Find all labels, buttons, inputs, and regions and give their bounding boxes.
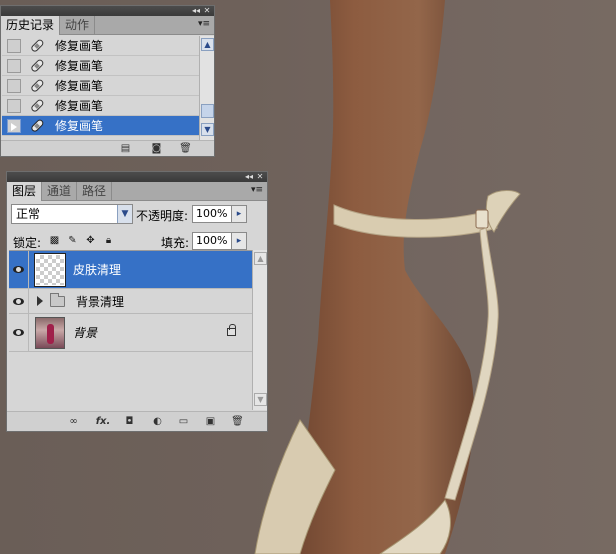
history-titlebar[interactable]: ◂◂ ✕ <box>1 6 214 16</box>
scroll-down-icon[interactable]: ▼ <box>254 393 267 406</box>
close-icon[interactable]: ✕ <box>202 6 212 16</box>
history-state-row-selected[interactable]: 修复画笔 <box>2 116 199 136</box>
layers-tabs: 图层 通道 路径 ▾≡ <box>7 182 267 201</box>
history-state-row[interactable]: 修复画笔 <box>2 56 199 76</box>
history-state-row[interactable]: 修复画笔 <box>2 76 199 96</box>
history-state-pointer-icon <box>11 122 17 131</box>
layer-name: 背景清理 <box>76 294 125 309</box>
lock-label: 锁定: <box>13 236 42 250</box>
history-source-checkbox[interactable] <box>7 78 21 93</box>
close-icon[interactable]: ✕ <box>255 172 265 182</box>
panel-menu-icon[interactable]: ▾≡ <box>197 18 211 30</box>
layers-scrollbar[interactable]: ▲ ▼ <box>252 250 267 410</box>
visibility-eye-icon[interactable] <box>9 288 29 314</box>
healing-brush-icon <box>31 99 44 112</box>
layer-row-background[interactable]: 背景 <box>9 313 252 352</box>
tab-channels[interactable]: 通道 <box>42 182 78 200</box>
scroll-down-icon[interactable]: ▼ <box>201 123 214 136</box>
history-tabs: 历史记录 动作 ▾≡ <box>1 16 214 35</box>
history-scrollbar[interactable]: ▲ ▼ <box>199 36 214 140</box>
lock-transparent-pixels-icon[interactable]: ▩ <box>49 235 60 246</box>
fill-slider-arrow-icon[interactable]: ▸ <box>231 232 247 250</box>
fx-icon[interactable]: fx. <box>94 416 112 427</box>
history-source-checkbox[interactable] <box>7 58 21 73</box>
layer-name: 皮肤清理 <box>73 263 122 277</box>
history-panel: ◂◂ ✕ 历史记录 动作 ▾≡ 修复画笔 修复画笔 修复画笔 修复画笔 修复画笔… <box>0 5 215 157</box>
trash-icon[interactable]: 🗑 <box>231 416 244 427</box>
lock-controls: ▩ ✎ ✥ 🔒︎ <box>47 232 119 248</box>
mask-icon[interactable]: ◘ <box>123 416 136 427</box>
opacity-field[interactable]: 100% <box>192 205 232 223</box>
link-icon[interactable]: ∞ <box>67 416 80 427</box>
opacity-slider-arrow-icon[interactable]: ▸ <box>231 205 247 223</box>
history-state-label: 修复画笔 <box>55 79 104 93</box>
collapse-icon[interactable]: ◂◂ <box>191 6 201 16</box>
lock-image-pixels-icon[interactable]: ✎ <box>67 235 78 246</box>
opacity-label: 不透明度: <box>136 209 189 223</box>
visibility-eye-icon[interactable] <box>9 250 29 289</box>
history-state-label: 修复画笔 <box>55 39 104 53</box>
scroll-thumb[interactable] <box>201 104 214 118</box>
healing-brush-icon <box>31 39 44 52</box>
collapse-icon[interactable]: ◂◂ <box>244 172 254 182</box>
layer-group-background-cleanup[interactable]: 背景清理 <box>9 288 252 314</box>
tab-layers[interactable]: 图层 <box>7 182 43 201</box>
layers-panel: ◂◂ ✕ 图层 通道 路径 ▾≡ 正常 ▼ 不透明度: 100% ▸ 锁定: ▩… <box>6 171 268 432</box>
fill-field[interactable]: 100% <box>192 232 232 250</box>
chevron-down-icon[interactable]: ▼ <box>117 205 132 223</box>
history-footer: ▤ ◙ 🗑 <box>1 140 214 156</box>
healing-brush-icon <box>31 79 44 92</box>
blend-mode-select[interactable]: 正常 ▼ <box>11 204 133 224</box>
history-source-checkbox[interactable] <box>7 118 21 133</box>
lock-position-icon[interactable]: ✥ <box>85 235 96 246</box>
tab-paths[interactable]: 路径 <box>77 182 113 200</box>
camera-snapshot-icon[interactable]: ◙ <box>150 143 163 154</box>
trash-icon[interactable]: 🗑 <box>179 143 192 154</box>
panel-menu-icon[interactable]: ▾≡ <box>250 184 264 196</box>
layers-footer: ∞ fx. ◘ ◐ ▭ ▣ 🗑 <box>7 411 267 431</box>
tab-history[interactable]: 历史记录 <box>1 16 61 35</box>
layer-row-skin-cleanup[interactable]: 皮肤清理 <box>9 250 252 289</box>
history-state-row[interactable]: 修复画笔 <box>2 36 199 56</box>
tab-actions[interactable]: 动作 <box>60 16 96 34</box>
history-list: 修复画笔 修复画笔 修复画笔 修复画笔 修复画笔 <box>2 36 199 144</box>
folder-icon <box>50 292 65 307</box>
new-document-from-state-icon[interactable]: ▤ <box>119 143 132 154</box>
blend-mode-value: 正常 <box>16 207 41 221</box>
layers-titlebar[interactable]: ◂◂ ✕ <box>7 172 267 182</box>
layer-thumbnail-transparent <box>34 252 66 287</box>
layer-name: 背景 <box>73 326 98 340</box>
group-folder-icon[interactable]: ▭ <box>177 416 190 427</box>
history-source-checkbox[interactable] <box>7 38 21 53</box>
group-expand-arrow-icon[interactable] <box>37 296 43 306</box>
history-state-label: 修复画笔 <box>55 99 104 113</box>
history-state-row[interactable]: 修复画笔 <box>2 96 199 116</box>
history-state-label: 修复画笔 <box>55 59 104 73</box>
lock-all-icon[interactable]: 🔒︎ <box>103 235 114 246</box>
layers-list: 皮肤清理 背景清理 背景 <box>9 250 252 410</box>
healing-brush-icon <box>31 59 44 72</box>
history-source-checkbox[interactable] <box>7 98 21 113</box>
layer-thumbnail-photo <box>35 316 65 349</box>
healing-brush-icon <box>31 119 44 132</box>
fill-label: 填充: <box>161 236 190 250</box>
history-state-label: 修复画笔 <box>55 119 104 133</box>
new-layer-icon[interactable]: ▣ <box>204 416 217 427</box>
scroll-up-icon[interactable]: ▲ <box>201 38 214 51</box>
lock-icon <box>227 324 236 336</box>
visibility-eye-icon[interactable] <box>9 313 29 352</box>
scroll-up-icon[interactable]: ▲ <box>254 252 267 265</box>
adjustment-icon[interactable]: ◐ <box>151 416 164 427</box>
